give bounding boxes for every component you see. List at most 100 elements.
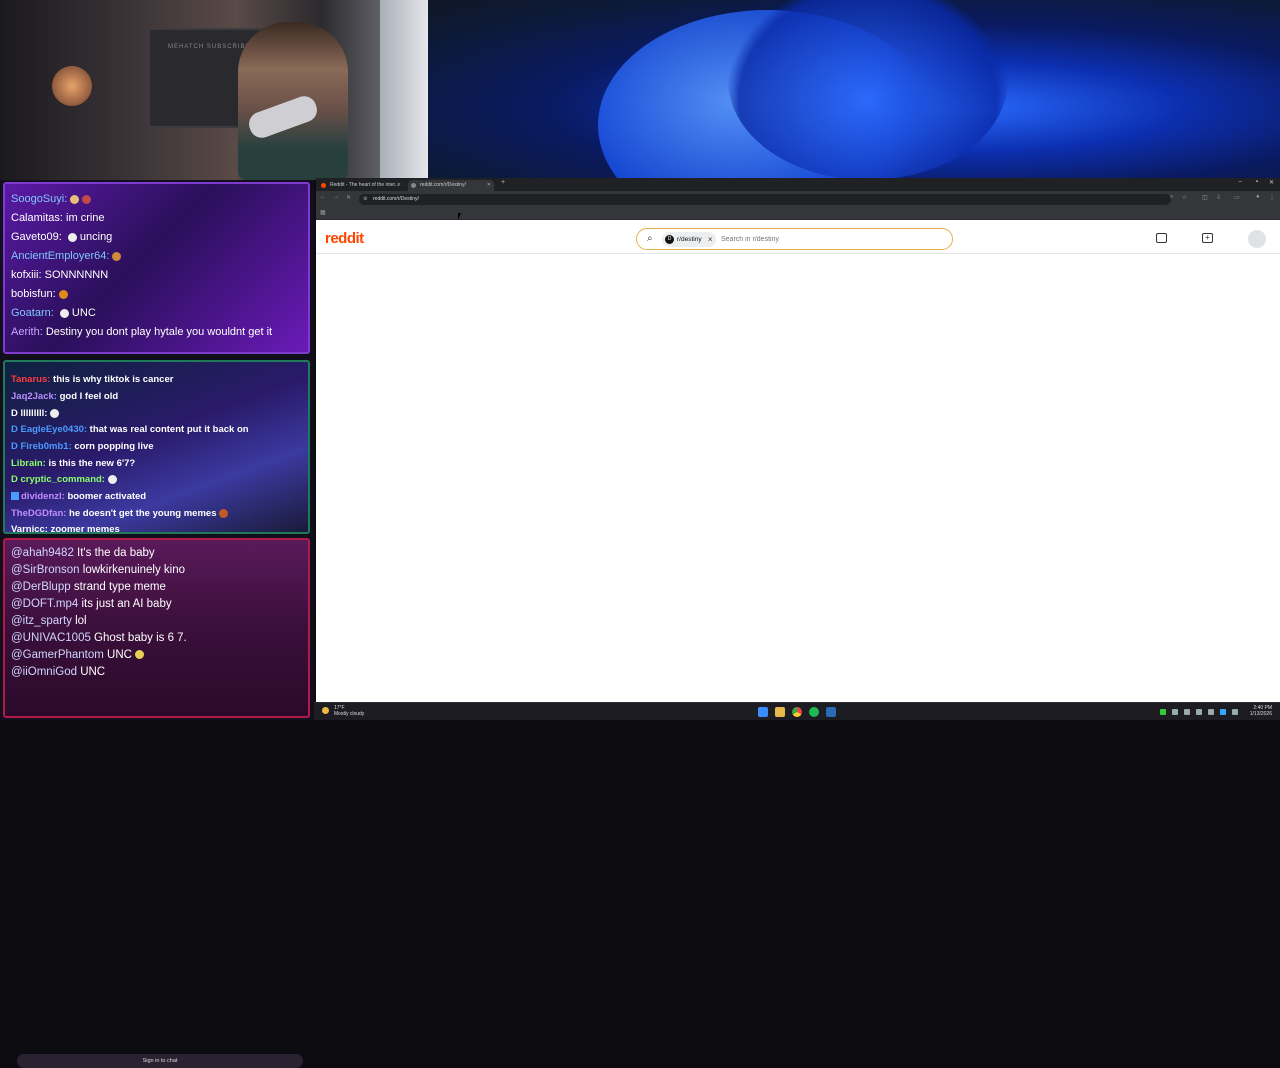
address-bar[interactable]: ⚙ reddit.com/r/Destiny/ xyxy=(359,194,1171,205)
chat-message: @DOFT.mp4 its just an AI baby xyxy=(11,598,172,610)
tab-r-destiny[interactable]: reddit.com/r/Destiny/ ✕ xyxy=(408,180,494,191)
chat-message: @GamerPhantom UNC xyxy=(11,649,144,661)
minimize-icon[interactable]: – xyxy=(1239,179,1242,185)
remove-filter-icon[interactable]: × xyxy=(708,232,713,247)
chat-user: kofxiii: xyxy=(11,269,42,281)
tray-icon[interactable] xyxy=(1172,709,1178,715)
reddit-logo[interactable]: reddit xyxy=(325,230,364,247)
steam-icon[interactable] xyxy=(826,707,836,717)
chip-label: r/destiny xyxy=(677,236,702,243)
tray-icon[interactable] xyxy=(1196,709,1202,715)
spotify-icon[interactable] xyxy=(809,707,819,717)
create-post-icon[interactable]: + xyxy=(1202,233,1213,243)
chat-message: @iiOmniGod UNC xyxy=(11,666,105,678)
tray-icon[interactable] xyxy=(1184,709,1190,715)
loading-favicon-icon xyxy=(411,183,416,188)
reddit-content-blank xyxy=(316,255,1280,702)
chat-user: Tanarus: xyxy=(11,374,51,385)
chat-message: SoogoSuyi: xyxy=(11,193,92,205)
chat-text: zoomer memes xyxy=(47,524,120,535)
subreddit-chip[interactable]: Dr/destiny × xyxy=(662,232,716,247)
subreddit-avatar-icon: D xyxy=(665,235,674,244)
emote-icon xyxy=(134,650,144,660)
chat-text: SONNNNNN xyxy=(41,269,109,281)
chat-message: Tanarus: this is why tiktok is cancer xyxy=(11,374,173,385)
forward-icon[interactable]: → xyxy=(333,194,339,200)
chat-message: Librain: is this the new 6'7? xyxy=(11,458,135,469)
webcam-window-light xyxy=(380,0,428,180)
chat-text: boomer activated xyxy=(64,491,147,502)
close-tab-icon[interactable]: ✕ xyxy=(397,180,401,191)
chat-panel-bottom: @ahah9482 It's the da baby @SirBronson l… xyxy=(3,538,310,1068)
chat-message: @itz_sparty lol xyxy=(11,615,87,627)
tab-reddit-home[interactable]: Reddit - The heart of the inter... ✕ xyxy=(318,180,404,191)
profile-icon[interactable]: ● xyxy=(1256,194,1260,200)
tray-icon[interactable] xyxy=(1220,709,1226,715)
zoom-icon[interactable]: ⌕ xyxy=(1170,194,1173,201)
clock-date: 1/13/2026 xyxy=(1249,711,1272,717)
chat-message: kofxiii: SONNNNNN xyxy=(11,269,108,281)
chat-text: UNC xyxy=(77,666,106,678)
chat-user: D EagleEye0430: xyxy=(11,424,88,435)
start-icon[interactable] xyxy=(758,707,768,717)
file-explorer-icon[interactable] xyxy=(775,707,785,717)
chat-text: corn popping live xyxy=(71,441,154,452)
chat-panel-middle: Tanarus: this is why tiktok is cancer Ja… xyxy=(3,360,310,535)
chat-user: @SirBronson xyxy=(11,564,80,576)
chat-text: god I feel old xyxy=(56,391,119,402)
tray-icon[interactable] xyxy=(1160,709,1166,715)
sidebar-icon[interactable]: ▭ xyxy=(1234,194,1240,201)
extensions-icon[interactable]: ◫ xyxy=(1202,194,1208,201)
tray-icon[interactable] xyxy=(1208,709,1214,715)
weather-icon xyxy=(322,707,329,714)
clock[interactable]: 2:40 PM 1/13/2026 xyxy=(1250,705,1272,717)
user-avatar[interactable] xyxy=(1248,230,1266,248)
chat-user: SoogoSuyi: xyxy=(11,193,68,205)
emote-icon xyxy=(82,194,92,204)
stop-loading-icon[interactable]: ✕ xyxy=(346,194,351,201)
back-icon[interactable]: ← xyxy=(320,194,326,200)
chat-user: @UNIVAC1005 xyxy=(11,632,91,644)
weather-widget[interactable]: 17°F Mostly cloudy xyxy=(322,705,364,717)
sub-badge-icon xyxy=(11,492,19,501)
chat-user: @DOFT.mp4 xyxy=(11,598,79,610)
bookmark-star-icon[interactable]: ☆ xyxy=(1182,194,1187,201)
chat-user: Librain: xyxy=(11,458,46,469)
chat-user: D Fireb0mb1: xyxy=(11,441,72,452)
new-tab-icon[interactable]: + xyxy=(501,179,505,186)
sign-in-to-chat-button[interactable]: Sign in to chat xyxy=(17,1054,303,1068)
webcam-lamp xyxy=(52,66,92,106)
emote-icon xyxy=(219,508,229,518)
chat-message: AncientEmployer64: xyxy=(11,250,122,262)
chat-text: he doesn't get the young memes xyxy=(66,508,217,519)
toolbar: ← → ✕ ⚙ reddit.com/r/Destiny/ ⌕ ☆ ◫ ⇩ ▭ ●… xyxy=(316,191,1280,208)
chat-text: Ghost baby is 6 7. xyxy=(90,632,187,644)
tab-title: reddit.com/r/Destiny/ xyxy=(420,182,466,188)
chat-message: @DerBlupp strand type meme xyxy=(11,581,166,593)
chat-text: its just an AI baby xyxy=(78,598,172,610)
chat-message: TheDGDfan: he doesn't get the young meme… xyxy=(11,508,229,519)
chat-user: Goatarn: xyxy=(11,307,54,319)
chat-message: @SirBronson lowkirkenuinely kino xyxy=(11,564,185,576)
site-info-icon[interactable]: ⚙ xyxy=(363,194,367,205)
chat-text: UNC xyxy=(68,307,96,319)
chat-user: AncientEmployer64: xyxy=(11,250,110,262)
chat-user: @iiOmniGod xyxy=(11,666,77,678)
apps-grid-icon[interactable]: ▦ xyxy=(320,209,326,216)
tray-icon[interactable] xyxy=(1232,709,1238,715)
close-window-icon[interactable]: ✕ xyxy=(1269,179,1274,186)
chat-user: D lllllllll: xyxy=(11,408,48,419)
webcam-feed: MEHATCH SUBSCRIBERS xyxy=(0,0,428,180)
menu-kebab-icon[interactable]: ⋮ xyxy=(1269,194,1275,201)
downloads-icon[interactable]: ⇩ xyxy=(1216,194,1221,201)
maximize-icon[interactable]: ▪ xyxy=(1256,179,1258,185)
search-input[interactable] xyxy=(721,232,941,247)
tab-strip: Reddit - The heart of the inter... ✕ redd… xyxy=(316,178,1280,191)
chat-message: Gaveto09: uncing xyxy=(11,231,112,243)
chat-user: @ahah9482 xyxy=(11,547,74,559)
chrome-icon[interactable] xyxy=(792,707,802,717)
subreddit-search[interactable]: ⌕ Dr/destiny × xyxy=(636,228,953,250)
close-tab-icon[interactable]: ✕ xyxy=(487,180,491,191)
ads-icon[interactable] xyxy=(1156,233,1167,243)
search-icon: ⌕ xyxy=(647,233,653,244)
